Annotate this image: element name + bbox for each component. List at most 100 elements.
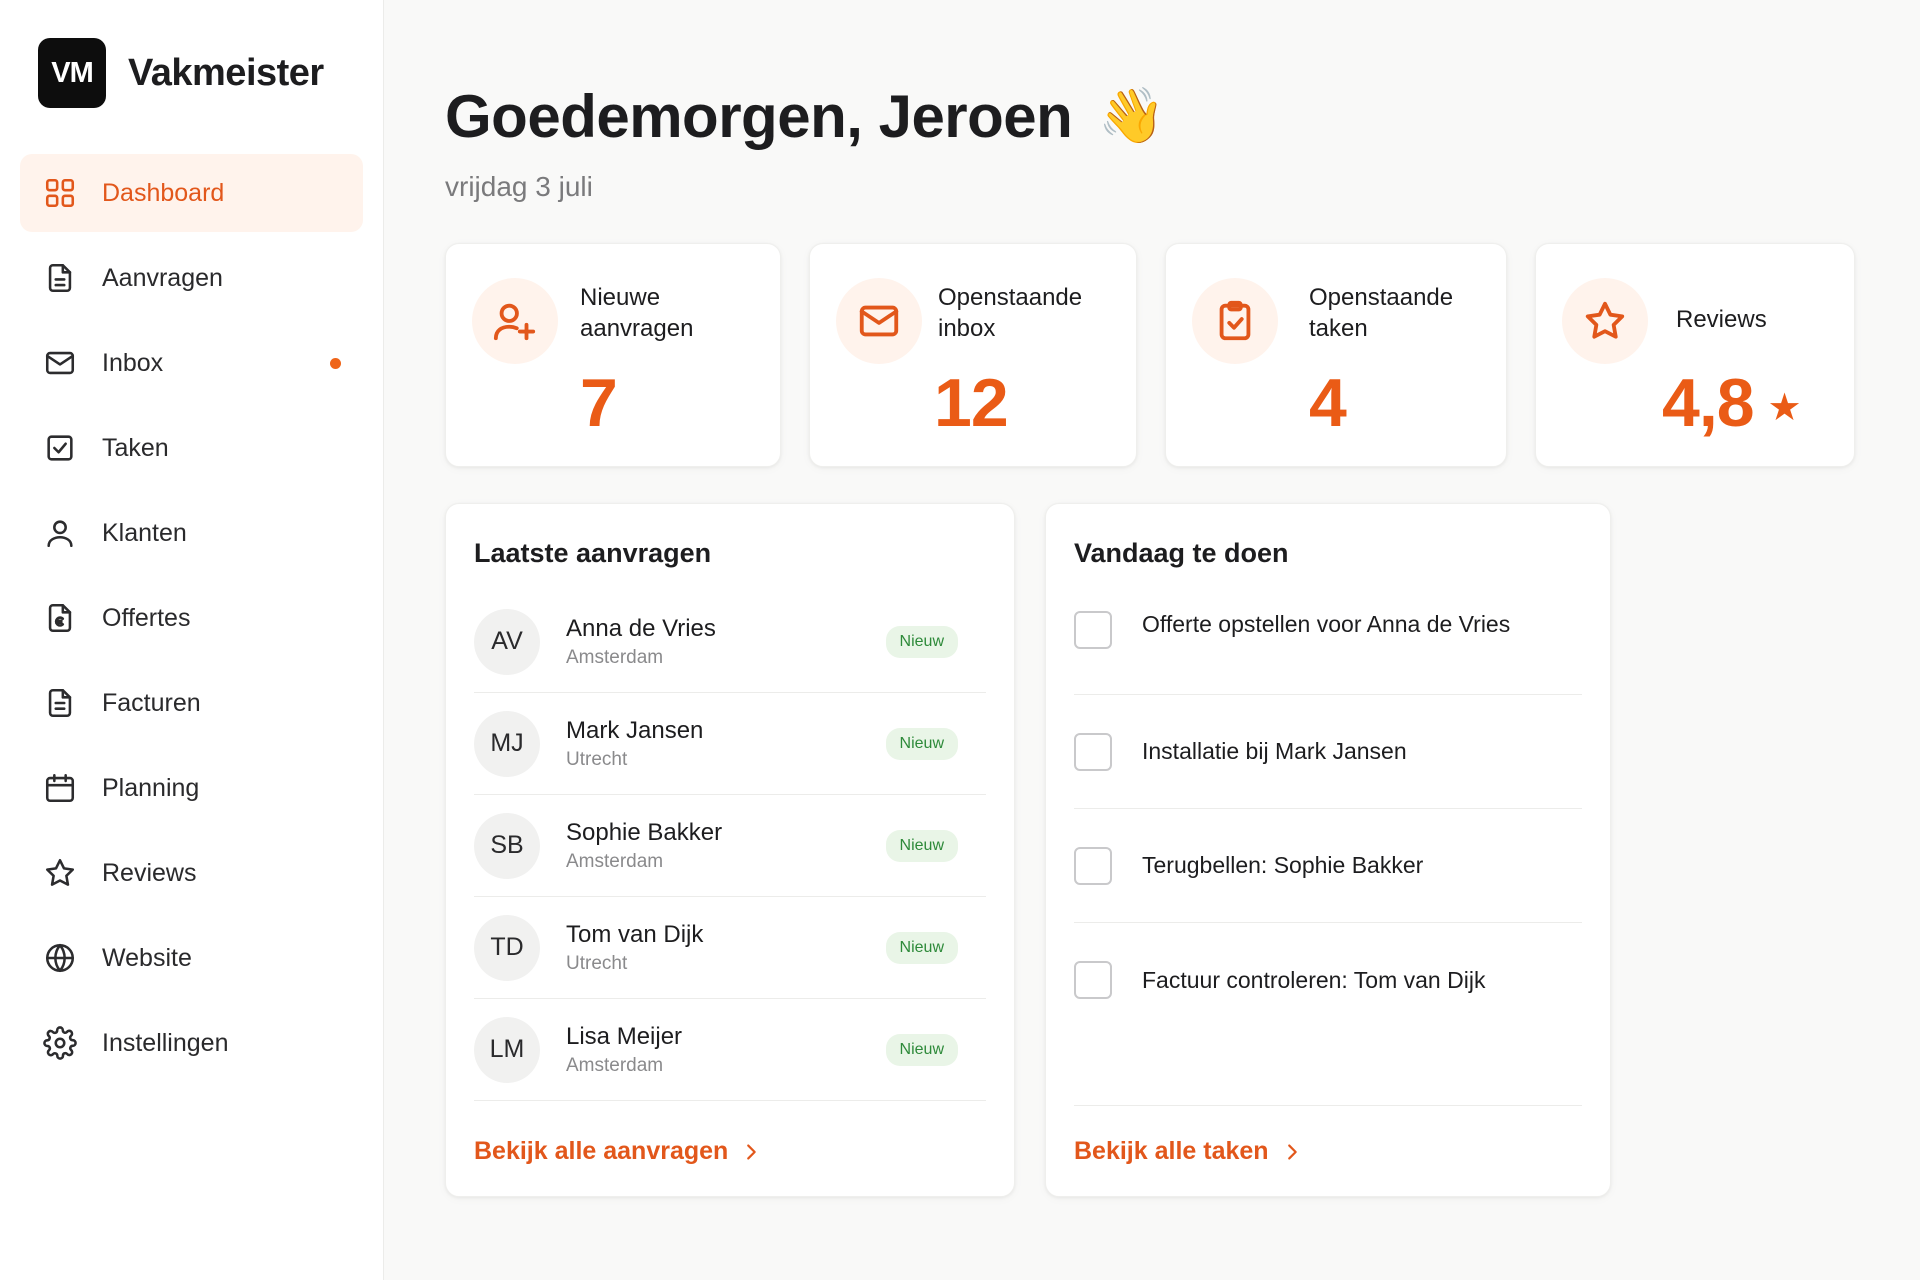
- unread-dot: [330, 357, 341, 369]
- todo-label: Offerte opstellen voor Anna de Vries: [1142, 611, 1511, 637]
- request-name: Tom van Dijk: [566, 920, 704, 948]
- sidebar-item-label: Instellingen: [102, 1028, 229, 1057]
- stat-label: Nieuwe aanvragen: [580, 284, 694, 342]
- star-icon: [1562, 278, 1648, 364]
- globe-icon: [42, 940, 78, 976]
- clipboard-check-icon: [1192, 278, 1278, 364]
- current-date: vrijdag 3 juli: [445, 171, 593, 202]
- request-city: Amsterdam: [566, 646, 664, 668]
- stat-card[interactable]: Nieuwe aanvragen 7: [445, 243, 781, 467]
- sidebar-item-label: Website: [102, 943, 192, 972]
- stat-card[interactable]: Reviews 4,8 ★: [1535, 243, 1855, 467]
- avatar: SB: [474, 812, 540, 879]
- request-row[interactable]: SB Sophie Bakker Amsterdam Nieuw: [474, 795, 986, 897]
- todo-checkbox[interactable]: [1074, 611, 1112, 649]
- sidebar-item-planning[interactable]: Planning: [20, 749, 363, 827]
- stat-value: 4,8 ★: [1662, 364, 1802, 442]
- request-name: Mark Jansen: [566, 716, 704, 744]
- stat-number: 4,8: [1662, 365, 1755, 441]
- sidebar-item-reviews[interactable]: Reviews: [20, 834, 363, 912]
- greeting-row: Goedemorgen, Jeroen 👋: [445, 82, 1865, 151]
- chevron-right-icon: [740, 1141, 762, 1163]
- todo-label: Terugbellen: Sophie Bakker: [1142, 852, 1424, 878]
- star-icon: [42, 855, 78, 891]
- sidebar-item-klanten[interactable]: Klanten: [20, 494, 363, 572]
- stat-card[interactable]: Openstaande taken 4: [1165, 243, 1507, 467]
- request-name: Anna de Vries: [566, 614, 716, 642]
- sidebar-item-aanvragen[interactable]: Aanvragen: [20, 239, 363, 317]
- todo-divider: [1074, 1105, 1582, 1106]
- todo-label: Installatie bij Mark Jansen: [1142, 738, 1407, 764]
- todo-item: Offerte opstellen voor Anna de Vries: [1074, 603, 1582, 695]
- sidebar-item-website[interactable]: Website: [20, 919, 363, 997]
- gear-icon: [42, 1025, 78, 1061]
- stat-value: 4: [1309, 364, 1347, 442]
- mail-icon: [42, 345, 78, 381]
- todo-item: Factuur controleren: Tom van Dijk: [1074, 923, 1582, 1037]
- request-city: Amsterdam: [566, 850, 664, 872]
- request-info: Tom van Dijk Utrecht: [566, 921, 886, 975]
- status-badge: Nieuw: [885, 727, 958, 760]
- todo-item: Terugbellen: Sophie Bakker: [1074, 809, 1582, 923]
- todo-panel: Vandaag te doen Offerte opstellen voor A…: [1045, 503, 1611, 1197]
- sidebar-nav: Dashboard Aanvragen Inbox Taken Klanten Offer…: [20, 154, 363, 1082]
- sidebar-item-label: Reviews: [102, 858, 197, 887]
- request-info: Sophie Bakker Amsterdam: [566, 819, 886, 873]
- todo-label: Factuur controleren: Tom van Dijk: [1142, 966, 1486, 993]
- request-row[interactable]: LM Lisa Meijer Amsterdam Nieuw: [474, 999, 986, 1101]
- avatar: TD: [474, 914, 540, 981]
- request-info: Mark Jansen Utrecht: [566, 717, 886, 771]
- request-city: Utrecht: [566, 952, 628, 974]
- sidebar-item-label: Taken: [102, 433, 169, 462]
- status-badge: Nieuw: [885, 625, 958, 658]
- sidebar-item-dashboard[interactable]: Dashboard: [20, 154, 363, 232]
- todo-title: Vandaag te doen: [1074, 538, 1289, 568]
- checkbox-icon: [42, 430, 78, 466]
- stat-number: 4: [1309, 365, 1347, 441]
- todo-checkbox[interactable]: [1074, 732, 1112, 771]
- view-all-requests-label: Bekijk alle aanvragen: [474, 1137, 729, 1165]
- sidebar-item-label: Planning: [102, 773, 200, 802]
- user-plus-icon: [472, 278, 558, 364]
- request-row[interactable]: AV Anna de Vries Amsterdam Nieuw: [474, 591, 986, 693]
- stat-label: Openstaande inbox: [938, 284, 1083, 342]
- sidebar-item-label: Klanten: [102, 518, 187, 547]
- sidebar-item-label: Facturen: [102, 688, 201, 717]
- brand[interactable]: VM Vakmeister: [38, 38, 363, 108]
- sidebar-item-label: Offertes: [102, 603, 191, 632]
- request-row[interactable]: TD Tom van Dijk Utrecht Nieuw: [474, 897, 986, 999]
- wave-emoji-icon: 👋: [1098, 86, 1166, 146]
- latest-requests-panel: Laatste aanvragen AV Anna de Vries Amsterd…: [445, 503, 1015, 1197]
- avatar: AV: [474, 608, 540, 675]
- request-city: Utrecht: [566, 748, 628, 770]
- sidebar-item-inbox[interactable]: Inbox: [20, 324, 363, 402]
- status-badge: Nieuw: [885, 931, 958, 964]
- sidebar: VM Vakmeister Dashboard Aanvragen Inbox Tak…: [0, 0, 384, 1280]
- sidebar-item-offertes[interactable]: Offertes: [20, 579, 363, 657]
- sidebar-item-label: Inbox: [102, 348, 164, 377]
- sidebar-item-label: Dashboard: [102, 178, 225, 207]
- todo-list: Offerte opstellen voor Anna de Vries Inst…: [1074, 603, 1582, 1037]
- sidebar-item-instellingen[interactable]: Instellingen: [20, 1004, 363, 1082]
- stat-card[interactable]: Openstaande inbox 12: [809, 243, 1137, 467]
- rating-star-icon: ★: [1767, 387, 1802, 429]
- requests-list: AV Anna de Vries Amsterdam Nieuw MJ Mark Jans…: [474, 591, 986, 1101]
- request-name: Sophie Bakker: [566, 818, 723, 846]
- view-all-requests-link[interactable]: Bekijk alle aanvragen: [474, 1137, 762, 1166]
- view-all-tasks-link[interactable]: Bekijk alle taken: [1074, 1137, 1303, 1166]
- main-content: Goedemorgen, Jeroen 👋 vrijdag 3 juli Nie…: [384, 0, 1920, 1280]
- stat-label: Reviews: [1676, 306, 1767, 333]
- avatar: LM: [474, 1016, 540, 1083]
- euro-document-icon: [42, 600, 78, 636]
- sidebar-item-facturen[interactable]: Facturen: [20, 664, 363, 742]
- todo-checkbox[interactable]: [1074, 846, 1112, 885]
- request-info: Lisa Meijer Amsterdam: [566, 1023, 886, 1077]
- latest-requests-title: Laatste aanvragen: [474, 538, 712, 568]
- todo-checkbox[interactable]: [1074, 961, 1112, 999]
- request-row[interactable]: MJ Mark Jansen Utrecht Nieuw: [474, 693, 986, 795]
- stats-row: Nieuwe aanvragen 7 Openstaande inbox 12 Open…: [445, 243, 1865, 467]
- calendar-icon: [42, 770, 78, 806]
- status-badge: Nieuw: [885, 1033, 958, 1066]
- stat-label: Openstaande taken: [1309, 284, 1454, 342]
- sidebar-item-taken[interactable]: Taken: [20, 409, 363, 487]
